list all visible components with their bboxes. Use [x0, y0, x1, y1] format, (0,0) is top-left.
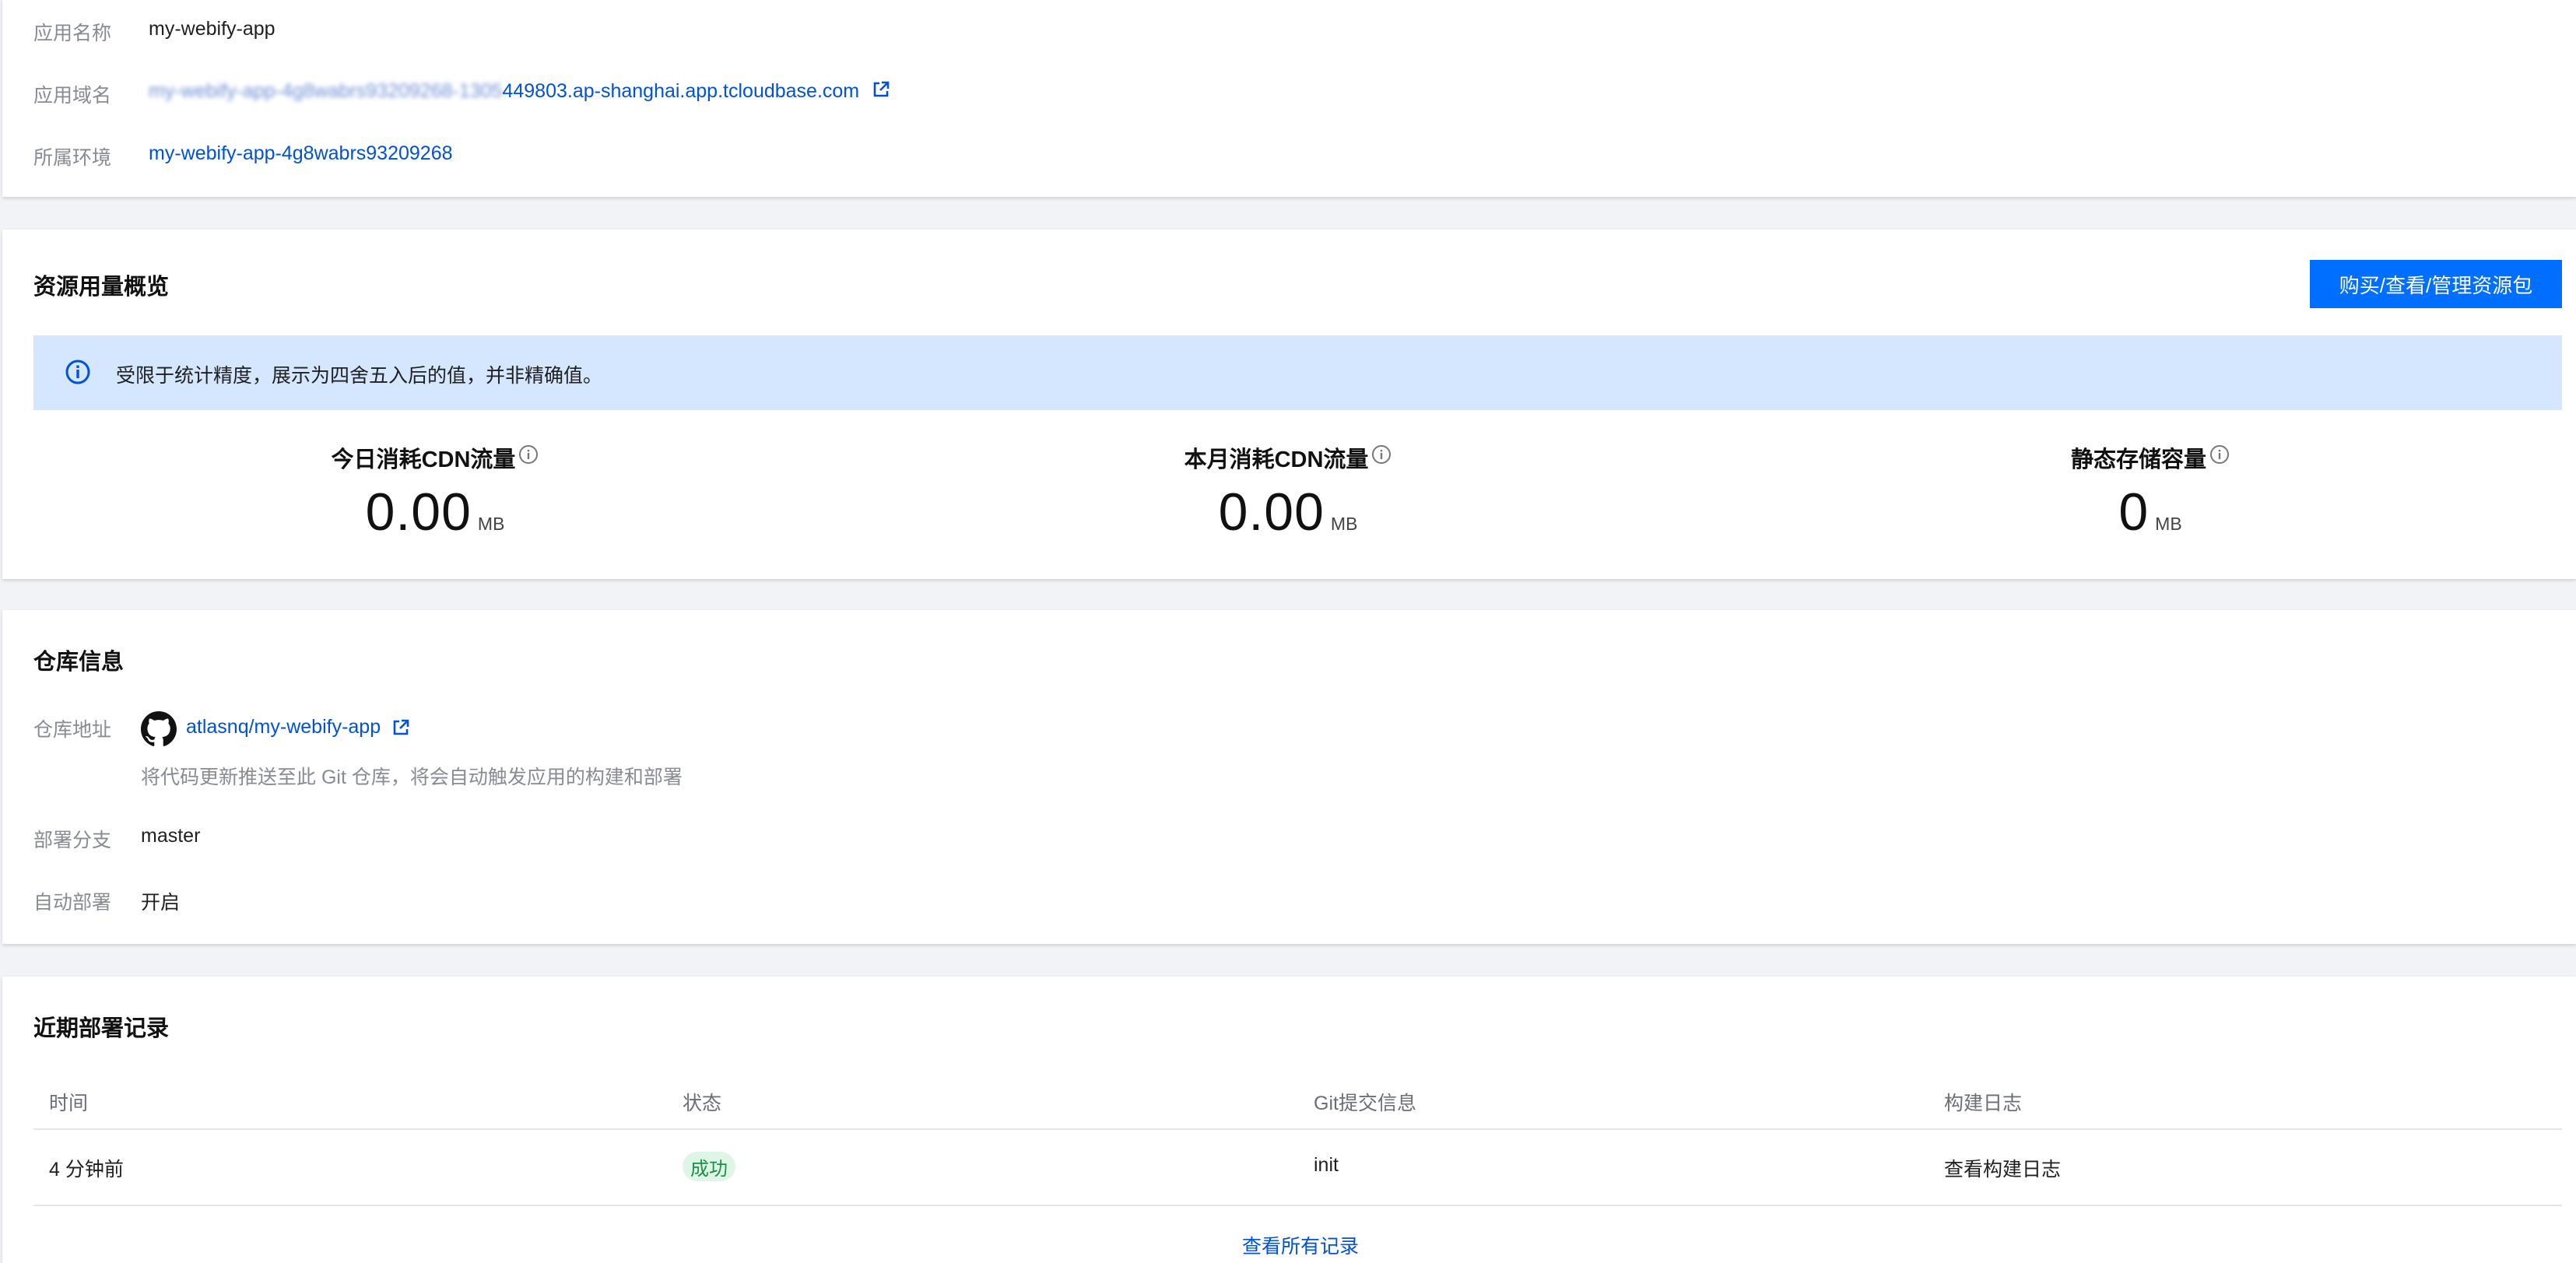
external-link-icon[interactable] — [392, 719, 409, 740]
precision-notice: 受限于统计精度，展示为四舍五入后的值，并非精确值。 — [33, 335, 2562, 410]
view-build-log-link[interactable]: 查看构建日志 — [1944, 1154, 2061, 1182]
repo-info-title: 仓库信息 — [33, 650, 125, 675]
manage-resource-pack-button[interactable]: 购买/查看/管理资源包 — [2310, 260, 2562, 308]
stat-value: 0 — [2118, 482, 2150, 542]
row-commit-message: init — [1314, 1154, 1339, 1176]
app-domain-label: 应用域名 — [33, 85, 112, 107]
info-icon — [65, 359, 91, 389]
branch-value: master — [141, 825, 201, 847]
stat-static-storage: 静态存储容量 0 MB — [1995, 441, 2306, 542]
help-icon[interactable] — [2209, 444, 2230, 471]
stat-unit: MB — [2155, 514, 2182, 534]
stat-unit: MB — [1330, 514, 1358, 534]
stat-unit: MB — [477, 514, 505, 534]
row-time: 4 分钟前 — [49, 1159, 124, 1181]
column-header-commit: Git提交信息 — [1314, 1093, 1416, 1114]
precision-notice-text: 受限于统计精度，展示为四舍五入后的值，并非精确值。 — [116, 365, 603, 387]
env-link[interactable]: my-webify-app-4g8wabrs93209268 — [149, 142, 453, 165]
stat-value: 0.00 — [1218, 482, 1325, 542]
status-badge: 成功 — [683, 1152, 735, 1181]
app-domain-visible-part: 449803.ap-shanghai.app.tcloudbase.com — [502, 80, 860, 102]
table-header-divider — [33, 1128, 2562, 1130]
column-header-time: 时间 — [49, 1093, 89, 1114]
stat-title: 今日消耗CDN流量 — [331, 447, 516, 472]
repo-hint: 将代码更新推送至此 Git 仓库，将会自动触发应用的构建和部署 — [141, 767, 683, 788]
resource-usage-title: 资源用量概览 — [33, 275, 170, 300]
help-icon[interactable] — [518, 444, 539, 471]
repo-name: atlasnq/my-webify-app — [186, 716, 381, 738]
app-info-panel: 应用名称 my-webify-app 应用域名 my-webify-app-4g… — [2, 0, 2576, 197]
auto-deploy-value: 开启 — [141, 892, 181, 914]
env-label: 所属环境 — [33, 147, 112, 169]
deploy-records-title: 近期部署记录 — [33, 1016, 170, 1041]
view-all-records-link[interactable]: 查看所有记录 — [1242, 1231, 1359, 1259]
github-icon — [141, 711, 177, 751]
app-domain-masked-part: my-webify-app-4g8wabrs93209268-1305 — [149, 80, 503, 102]
table-row-divider — [33, 1205, 2562, 1206]
resource-usage-panel: 资源用量概览 购买/查看/管理资源包 受限于统计精度，展示为四舍五入后的值，并非… — [2, 230, 2576, 579]
repo-address-label: 仓库地址 — [33, 719, 112, 741]
external-link-icon[interactable] — [872, 81, 890, 103]
stat-month-cdn: 本月消耗CDN流量 0.00 MB — [1132, 441, 1444, 542]
stat-today-cdn: 今日消耗CDN流量 0.00 MB — [279, 441, 591, 542]
app-name-label: 应用名称 — [33, 23, 112, 44]
stat-value: 0.00 — [365, 482, 472, 542]
stat-title: 静态存储容量 — [2070, 447, 2206, 472]
help-icon[interactable] — [1371, 444, 1392, 471]
stat-title: 本月消耗CDN流量 — [1184, 447, 1369, 472]
deploy-records-panel: 近期部署记录 时间 状态 Git提交信息 构建日志 4 分钟前 成功 init … — [2, 977, 2576, 1263]
branch-label: 部署分支 — [33, 830, 112, 851]
column-header-status: 状态 — [683, 1093, 722, 1114]
auto-deploy-label: 自动部署 — [33, 892, 112, 914]
app-domain-link[interactable]: my-webify-app-4g8wabrs93209268-130544980… — [149, 80, 890, 103]
app-name-value: my-webify-app — [149, 18, 275, 40]
repo-link[interactable]: atlasnq/my-webify-app — [186, 716, 409, 740]
column-header-build-log: 构建日志 — [1944, 1093, 2023, 1114]
repo-info-panel: 仓库信息 仓库地址 atlasnq/my-webify-app 将代码更新推送至… — [2, 610, 2576, 944]
